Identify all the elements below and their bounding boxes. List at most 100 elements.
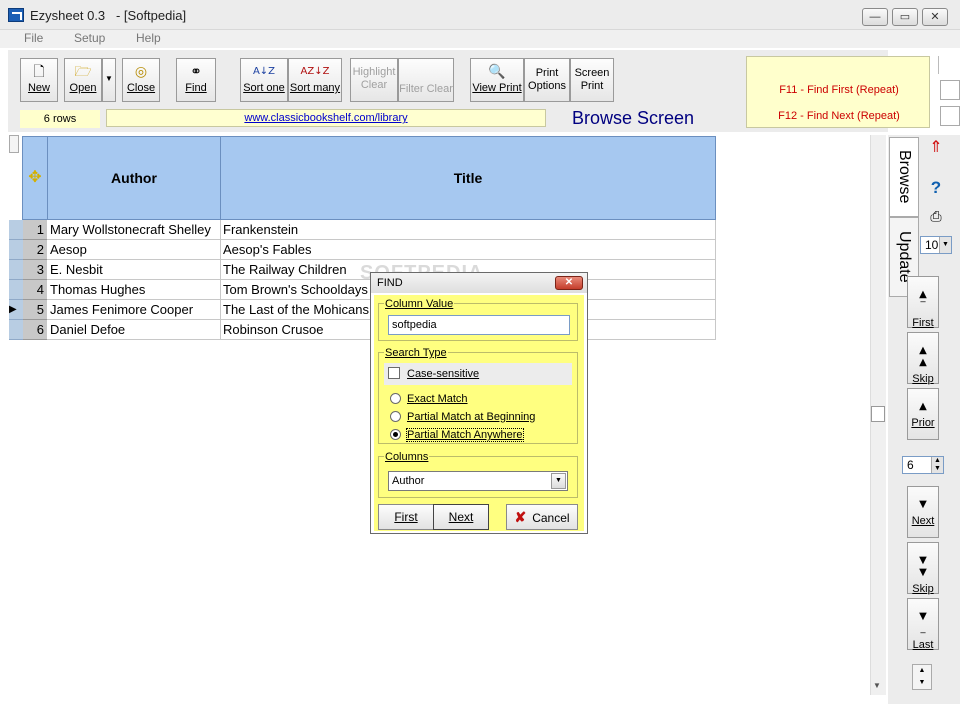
cell-author[interactable]: Aesop [47,240,221,260]
row-count: 6 rows [20,110,100,128]
spinner-arrows-icon: ▲ ▼ [931,457,943,473]
scroll-thumb[interactable] [871,406,885,422]
skip-forward-button[interactable]: ▼ ▼ Skip [907,542,939,595]
radio-icon [390,393,401,404]
radio-selected-icon [390,429,401,440]
overflow-field-a[interactable] [940,80,960,100]
chevron-down-icon: ▼ [105,74,113,83]
filter-clear-button[interactable]: Filter Clear [398,58,454,102]
scroll-down-arrow-icon[interactable]: ▼ [873,681,881,690]
help-icon[interactable]: ? [924,177,948,201]
row-number: 3 [23,260,47,280]
row-selector[interactable] [9,280,23,300]
function-key-hints: F11 - Find First (Repeat) F12 - Find Nex… [746,56,930,128]
column-header-author[interactable]: Author [47,136,221,220]
tab-browse[interactable]: Browse [889,137,919,217]
row-number: 4 [23,280,47,300]
toolbar-overflow [938,56,960,74]
double-up-icon: ▲ ▲ [919,345,927,368]
radio-exact-match[interactable]: Exact Match [390,393,468,405]
print-icon[interactable]: ⎙ [924,205,948,229]
grid-corner-handle[interactable] [9,135,19,153]
cell-title[interactable]: Aesop's Fables [220,240,716,260]
overflow-field-b[interactable] [940,106,960,126]
cancel-x-icon: ✘ [514,509,527,525]
row-selector[interactable] [9,320,23,340]
cancel-button[interactable]: ✘ Cancel [506,504,578,530]
print-options-button[interactable]: Print Options [524,58,570,102]
row-number: 6 [23,320,47,340]
cell-author[interactable]: Daniel Defoe [47,320,221,340]
screen-print-button[interactable]: Screen Print [570,58,614,102]
scroll-top-icon[interactable]: ⇑ [924,137,948,161]
open-dropdown-button[interactable]: ▼ [102,58,116,102]
cell-author[interactable]: James Fenimore Cooper [47,300,221,320]
menu-setup[interactable]: Setup [74,31,105,45]
current-row-indicator-icon[interactable]: ▶ [9,300,23,320]
new-button[interactable]: 🗋 New [20,58,58,102]
skip-back-button[interactable]: ▲ ▲ Skip [907,332,939,385]
cell-author[interactable]: Mary Wollstonecraft Shelley [47,220,221,240]
row-selector[interactable] [9,240,23,260]
screen-title: Browse Screen [572,108,695,128]
column-value-input[interactable] [388,315,570,335]
chevron-down-icon: ▼ [939,237,951,253]
f11-hint: F11 - Find First (Repeat) [779,84,899,96]
columns-select[interactable]: Author ▼ [388,471,568,491]
close-file-button[interactable]: ◎ Close [122,58,160,102]
restore-button[interactable]: ▭ [892,8,918,26]
menu-file[interactable]: File [24,31,43,45]
find-dialog: FIND ✕ Column Value Search Type Case-sen… [370,272,588,534]
first-icon: ▲ ‾ [919,289,927,312]
columns-label: Columns [384,451,430,463]
move-icon[interactable]: ✥ [22,136,48,220]
column-value-label: Column Value [384,298,455,310]
sort-one-button[interactable]: A↓Z Sort one [240,58,288,102]
print-preview-icon: 🔍 [488,64,506,80]
last-record-button[interactable]: ▼ _ Last [907,598,939,651]
find-button[interactable]: ⚭ Find [176,58,216,102]
checkbox-icon [388,367,400,379]
view-print-button[interactable]: 🔍 View Print [470,58,524,102]
chevron-down-icon: ▼ [551,473,566,489]
dialog-close-button[interactable]: ✕ [555,276,583,290]
row-selector[interactable] [9,220,23,240]
last-icon: ▼ _ [919,611,927,634]
folder-icon: 🗁 [74,64,92,80]
find-first-button[interactable]: First [378,504,434,530]
sort-az-icon: A↓Z [252,66,276,77]
library-link[interactable]: www.classicbookshelf.com/library [244,112,407,124]
close-window-button[interactable]: ✕ [922,8,948,26]
double-down-icon: ▼ ▼ [919,555,927,578]
highlight-clear-button[interactable]: Highlight Clear [350,58,398,102]
skip-count-spinner[interactable]: 6 ▲ ▼ [902,456,944,474]
radio-partial-beginning[interactable]: Partial Match at Beginning [390,411,535,423]
case-sensitive-checkbox[interactable]: Case-sensitive [388,367,479,380]
radio-icon [390,411,401,422]
prior-record-button[interactable]: ▲ Prior [907,388,939,440]
url-box: www.classicbookshelf.com/library [106,109,546,127]
app-icon [8,8,24,22]
down-icon: ▼ [919,499,927,510]
menu-help[interactable]: Help [136,31,161,45]
cell-author[interactable]: Thomas Hughes [47,280,221,300]
radio-partial-anywhere[interactable]: Partial Match Anywhere [390,428,524,442]
next-record-button[interactable]: ▼ Next [907,486,939,538]
row-number: 1 [23,220,47,240]
new-document-icon: 🗋 [33,64,45,80]
row-number: 5 [23,300,47,320]
up-icon: ▲ [919,401,927,412]
cell-title[interactable]: Frankenstein [220,220,716,240]
sort-many-button[interactable]: AZ↓Z Sort many [288,58,342,102]
disc-icon: ◎ [134,64,148,80]
column-header-title[interactable]: Title [220,136,716,220]
first-record-button[interactable]: ▲ ‾ First [907,276,939,329]
page-size-select[interactable]: 10 ▼ [920,236,952,254]
minimize-button[interactable]: — [862,8,888,26]
row-selector[interactable] [9,260,23,280]
open-button[interactable]: 🗁 Open [64,58,102,102]
cell-author[interactable]: E. Nesbit [47,260,221,280]
find-next-button[interactable]: Next [433,504,489,530]
find-dialog-body: Column Value Search Type Case-sensitive … [374,295,584,531]
panel-spinner-icon[interactable]: ▲ ▼ [912,664,932,690]
